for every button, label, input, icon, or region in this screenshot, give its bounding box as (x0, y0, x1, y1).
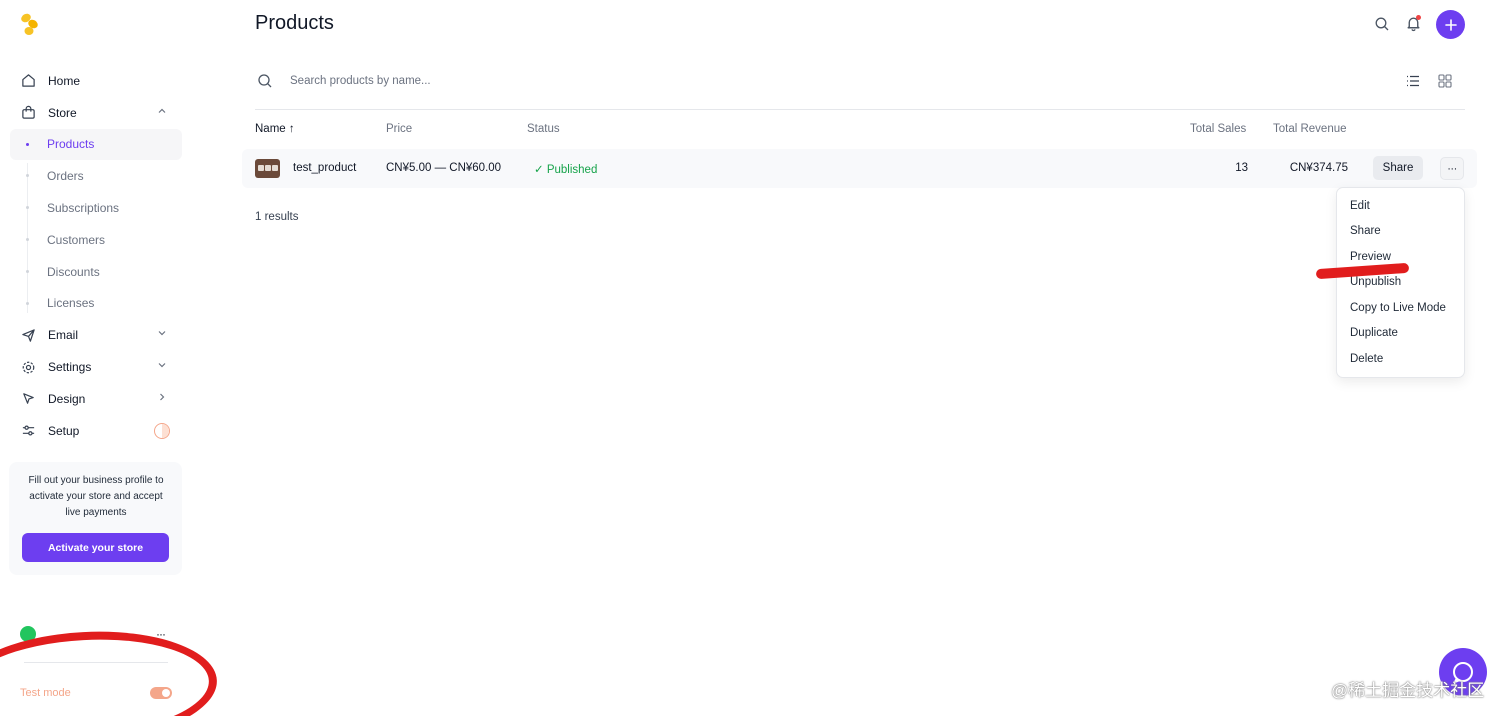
column-header-name[interactable]: Name ↑ (255, 123, 295, 135)
sidebar-item-setup[interactable]: Setup (10, 415, 182, 447)
chevron-down-icon[interactable] (156, 359, 168, 371)
sidebar-item-subscriptions[interactable]: Subscriptions (10, 192, 182, 224)
product-name[interactable]: test_product (293, 162, 356, 174)
activate-store-button[interactable]: Activate your store (22, 533, 169, 562)
menu-item-unpublish[interactable]: Unpublish (1350, 276, 1401, 288)
search-icon (258, 74, 272, 88)
total-sales: 13 (1235, 162, 1248, 174)
sliders-icon (20, 423, 36, 439)
sidebar: Home Store Products Orders Subscriptions… (0, 0, 195, 716)
column-header-status[interactable]: Status (527, 123, 560, 135)
store-submenu: Products Orders Subscriptions Customers … (10, 128, 182, 320)
page-title: Products (255, 12, 334, 34)
sidebar-item-label: Email (48, 328, 79, 343)
menu-item-share[interactable]: Share (1350, 225, 1381, 237)
product-thumbnail (255, 159, 280, 178)
sidebar-item-settings[interactable]: Settings (10, 351, 182, 383)
sidebar-item-licenses[interactable]: Licenses (10, 288, 182, 320)
row-more-button[interactable]: ··· (1440, 157, 1464, 180)
menu-item-preview[interactable]: Preview (1350, 251, 1391, 263)
column-header-total-sales[interactable]: Total Sales (1190, 123, 1246, 135)
plus-icon (1444, 18, 1457, 31)
setup-progress-icon (154, 422, 170, 439)
sidebar-item-label: Store (48, 105, 77, 120)
sidebar-item-discounts[interactable]: Discounts (10, 256, 182, 288)
divider (255, 109, 1465, 110)
list-view-icon[interactable] (1406, 74, 1420, 88)
sidebar-item-label: Home (48, 73, 81, 88)
column-header-total-revenue[interactable]: Total Revenue (1273, 123, 1347, 135)
add-product-button[interactable] (1436, 10, 1465, 39)
chevron-up-icon[interactable] (156, 105, 168, 117)
search-input[interactable] (290, 71, 790, 91)
sidebar-item-label: Products (47, 137, 95, 152)
sidebar-item-label: Discounts (47, 264, 100, 279)
watermark: @稀土掘金技术社区 (1331, 681, 1485, 700)
menu-item-copy-to-live-mode[interactable]: Copy to Live Mode (1350, 302, 1446, 314)
column-header-price[interactable]: Price (386, 123, 412, 135)
sidebar-item-label: Orders (47, 169, 84, 184)
product-price: CN¥5.00 — CN¥60.00 (386, 162, 502, 174)
sidebar-item-label: Licenses (47, 296, 95, 311)
search-icon[interactable] (1374, 16, 1390, 32)
sidebar-item-email[interactable]: Email (10, 319, 182, 351)
bag-icon (20, 105, 36, 121)
sidebar-item-home[interactable]: Home (10, 65, 182, 97)
menu-item-delete[interactable]: Delete (1350, 353, 1383, 365)
promo-text: Fill out your business profile to activa… (28, 475, 164, 518)
sidebar-nav: Home Store Products Orders Subscriptions… (10, 65, 182, 447)
sidebar-item-label: Customers (47, 232, 106, 247)
chevron-down-icon[interactable] (156, 327, 168, 339)
sidebar-item-label: Setup (48, 423, 80, 438)
share-button[interactable]: Share (1373, 156, 1423, 180)
results-count: 1 results (255, 211, 299, 223)
sidebar-item-design[interactable]: Design (10, 383, 182, 415)
chevron-right-icon[interactable] (156, 391, 168, 403)
notification-dot (1416, 15, 1421, 20)
sidebar-item-orders[interactable]: Orders (10, 160, 182, 192)
total-revenue: CN¥374.75 (1289, 162, 1348, 174)
sidebar-item-customers[interactable]: Customers (10, 224, 182, 256)
status-badge: ✓ Published (534, 164, 598, 176)
home-icon (20, 73, 36, 89)
sidebar-item-label: Subscriptions (47, 201, 120, 216)
menu-item-edit[interactable]: Edit (1350, 200, 1370, 212)
cursor-icon (20, 391, 36, 407)
grid-view-icon[interactable] (1438, 74, 1452, 88)
menu-item-duplicate[interactable]: Duplicate (1350, 327, 1398, 339)
activate-store-card: Fill out your business profile to activa… (9, 462, 182, 575)
sidebar-item-store[interactable]: Store (10, 97, 182, 129)
sidebar-item-label: Design (48, 391, 86, 406)
sidebar-item-label: Settings (48, 360, 92, 375)
gear-icon (20, 359, 36, 375)
send-icon (20, 327, 36, 343)
logo-icon[interactable] (20, 12, 42, 38)
row-actions-menu: Edit Share Preview Unpublish Copy to Liv… (1336, 187, 1465, 378)
sidebar-item-products[interactable]: Products (10, 128, 182, 161)
